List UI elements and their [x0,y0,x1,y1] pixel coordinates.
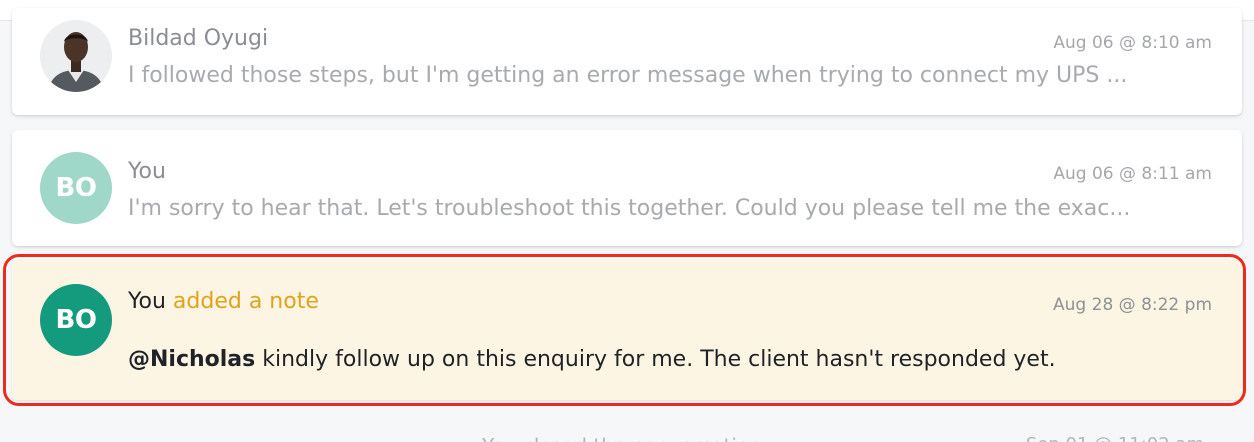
conversation-event: You closed the conversation Sep 01 @ 11:… [0,428,1254,442]
note-action-label: added a note [172,289,319,314]
note-body: @Nicholas kindly follow up on this enqui… [128,347,1056,372]
note-text: kindly follow up on this enquiry for me.… [255,347,1056,372]
message-preview: I followed those steps, but I'm getting … [128,63,1128,88]
note-header: You added a note [128,289,319,314]
event-timestamp: Sep 01 @ 11:02 am [1026,434,1204,442]
sender-name: You [128,159,166,184]
note-timestamp: Aug 28 @ 8:22 pm [1053,295,1212,315]
avatar: BO [40,284,112,356]
sender-name: You [128,289,166,314]
user-photo-avatar-icon [40,20,112,92]
sender-name: Bildad Oyugi [128,26,269,51]
internal-note[interactable]: BO You added a note Aug 28 @ 8:22 pm @Ni… [12,260,1242,400]
event-text: You closed the conversation [482,434,762,442]
message-item[interactable]: BO You Aug 06 @ 8:11 am I'm sorry to hea… [12,130,1242,246]
mention-link[interactable]: @Nicholas [128,347,255,372]
avatar: BO [40,152,112,224]
message-timestamp: Aug 06 @ 8:11 am [1053,164,1212,184]
message-timestamp: Aug 06 @ 8:10 am [1053,33,1212,53]
message-preview: I'm sorry to hear that. Let's troublesho… [128,196,1131,221]
message-item[interactable]: Bildad Oyugi Aug 06 @ 8:10 am I followed… [12,8,1242,115]
avatar [40,20,112,92]
